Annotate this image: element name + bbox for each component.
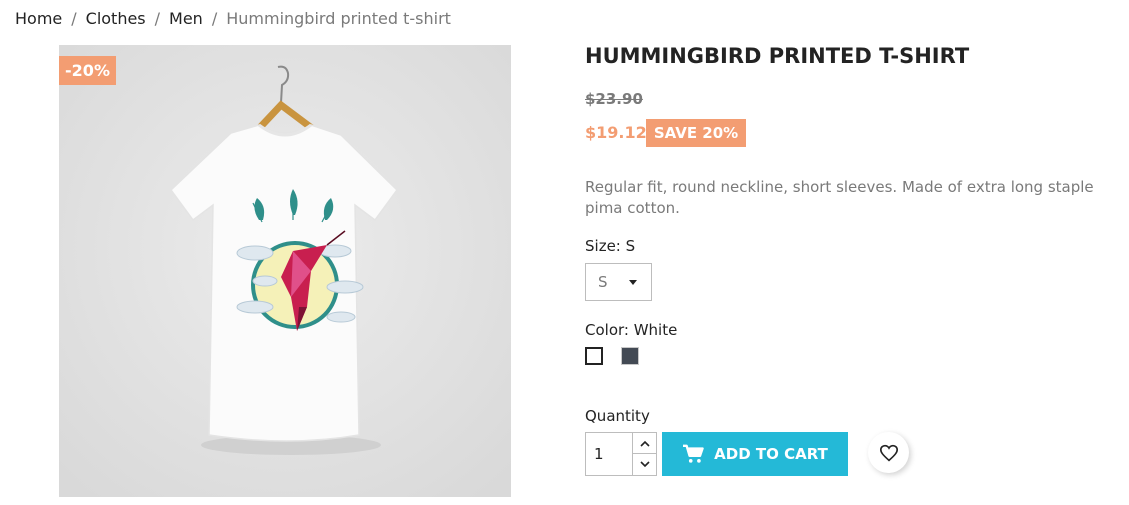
quantity-stepper — [585, 432, 657, 476]
breadcrumb-men[interactable]: Men — [169, 9, 203, 28]
regular-price: $23.90 — [585, 90, 643, 108]
caret-down-icon — [629, 280, 637, 285]
product-image-panel[interactable]: -20% — [59, 45, 511, 497]
size-select-value: S — [598, 273, 608, 291]
add-to-cart-label: ADD TO CART — [714, 445, 828, 463]
product-description: Regular fit, round neckline, short sleev… — [585, 178, 1094, 217]
product-title: HUMMINGBIRD PRINTED T-SHIRT — [585, 44, 970, 68]
breadcrumb: Home / Clothes / Men / Hummingbird print… — [15, 9, 451, 28]
chevron-down-icon — [639, 461, 650, 468]
quantity-decrement-button[interactable] — [632, 454, 656, 475]
breadcrumb-separator: / — [211, 9, 218, 28]
wishlist-button[interactable] — [868, 432, 909, 473]
size-select[interactable]: S — [585, 263, 652, 301]
color-label: Color: White — [585, 321, 678, 339]
quantity-label: Quantity — [585, 407, 650, 425]
chevron-up-icon — [639, 440, 650, 447]
quantity-input[interactable] — [586, 433, 632, 475]
breadcrumb-separator: / — [71, 9, 77, 28]
size-label: Size: S — [585, 237, 636, 255]
product-image[interactable] — [59, 45, 511, 497]
heart-icon — [879, 444, 898, 461]
cart-icon — [683, 444, 704, 463]
quantity-increment-button[interactable] — [632, 433, 656, 454]
breadcrumb-clothes[interactable]: Clothes — [86, 9, 146, 28]
breadcrumb-separator: / — [154, 9, 161, 28]
current-price: $19.12 — [585, 123, 647, 142]
color-swatch-grey[interactable] — [621, 347, 639, 365]
add-to-cart-button[interactable]: ADD TO CART — [662, 432, 848, 476]
save-badge: SAVE 20% — [646, 119, 746, 147]
breadcrumb-home[interactable]: Home — [15, 9, 62, 28]
breadcrumb-current: Hummingbird printed t-shirt — [226, 9, 451, 28]
discount-flag: -20% — [59, 56, 116, 85]
color-swatch-white[interactable] — [585, 347, 603, 365]
